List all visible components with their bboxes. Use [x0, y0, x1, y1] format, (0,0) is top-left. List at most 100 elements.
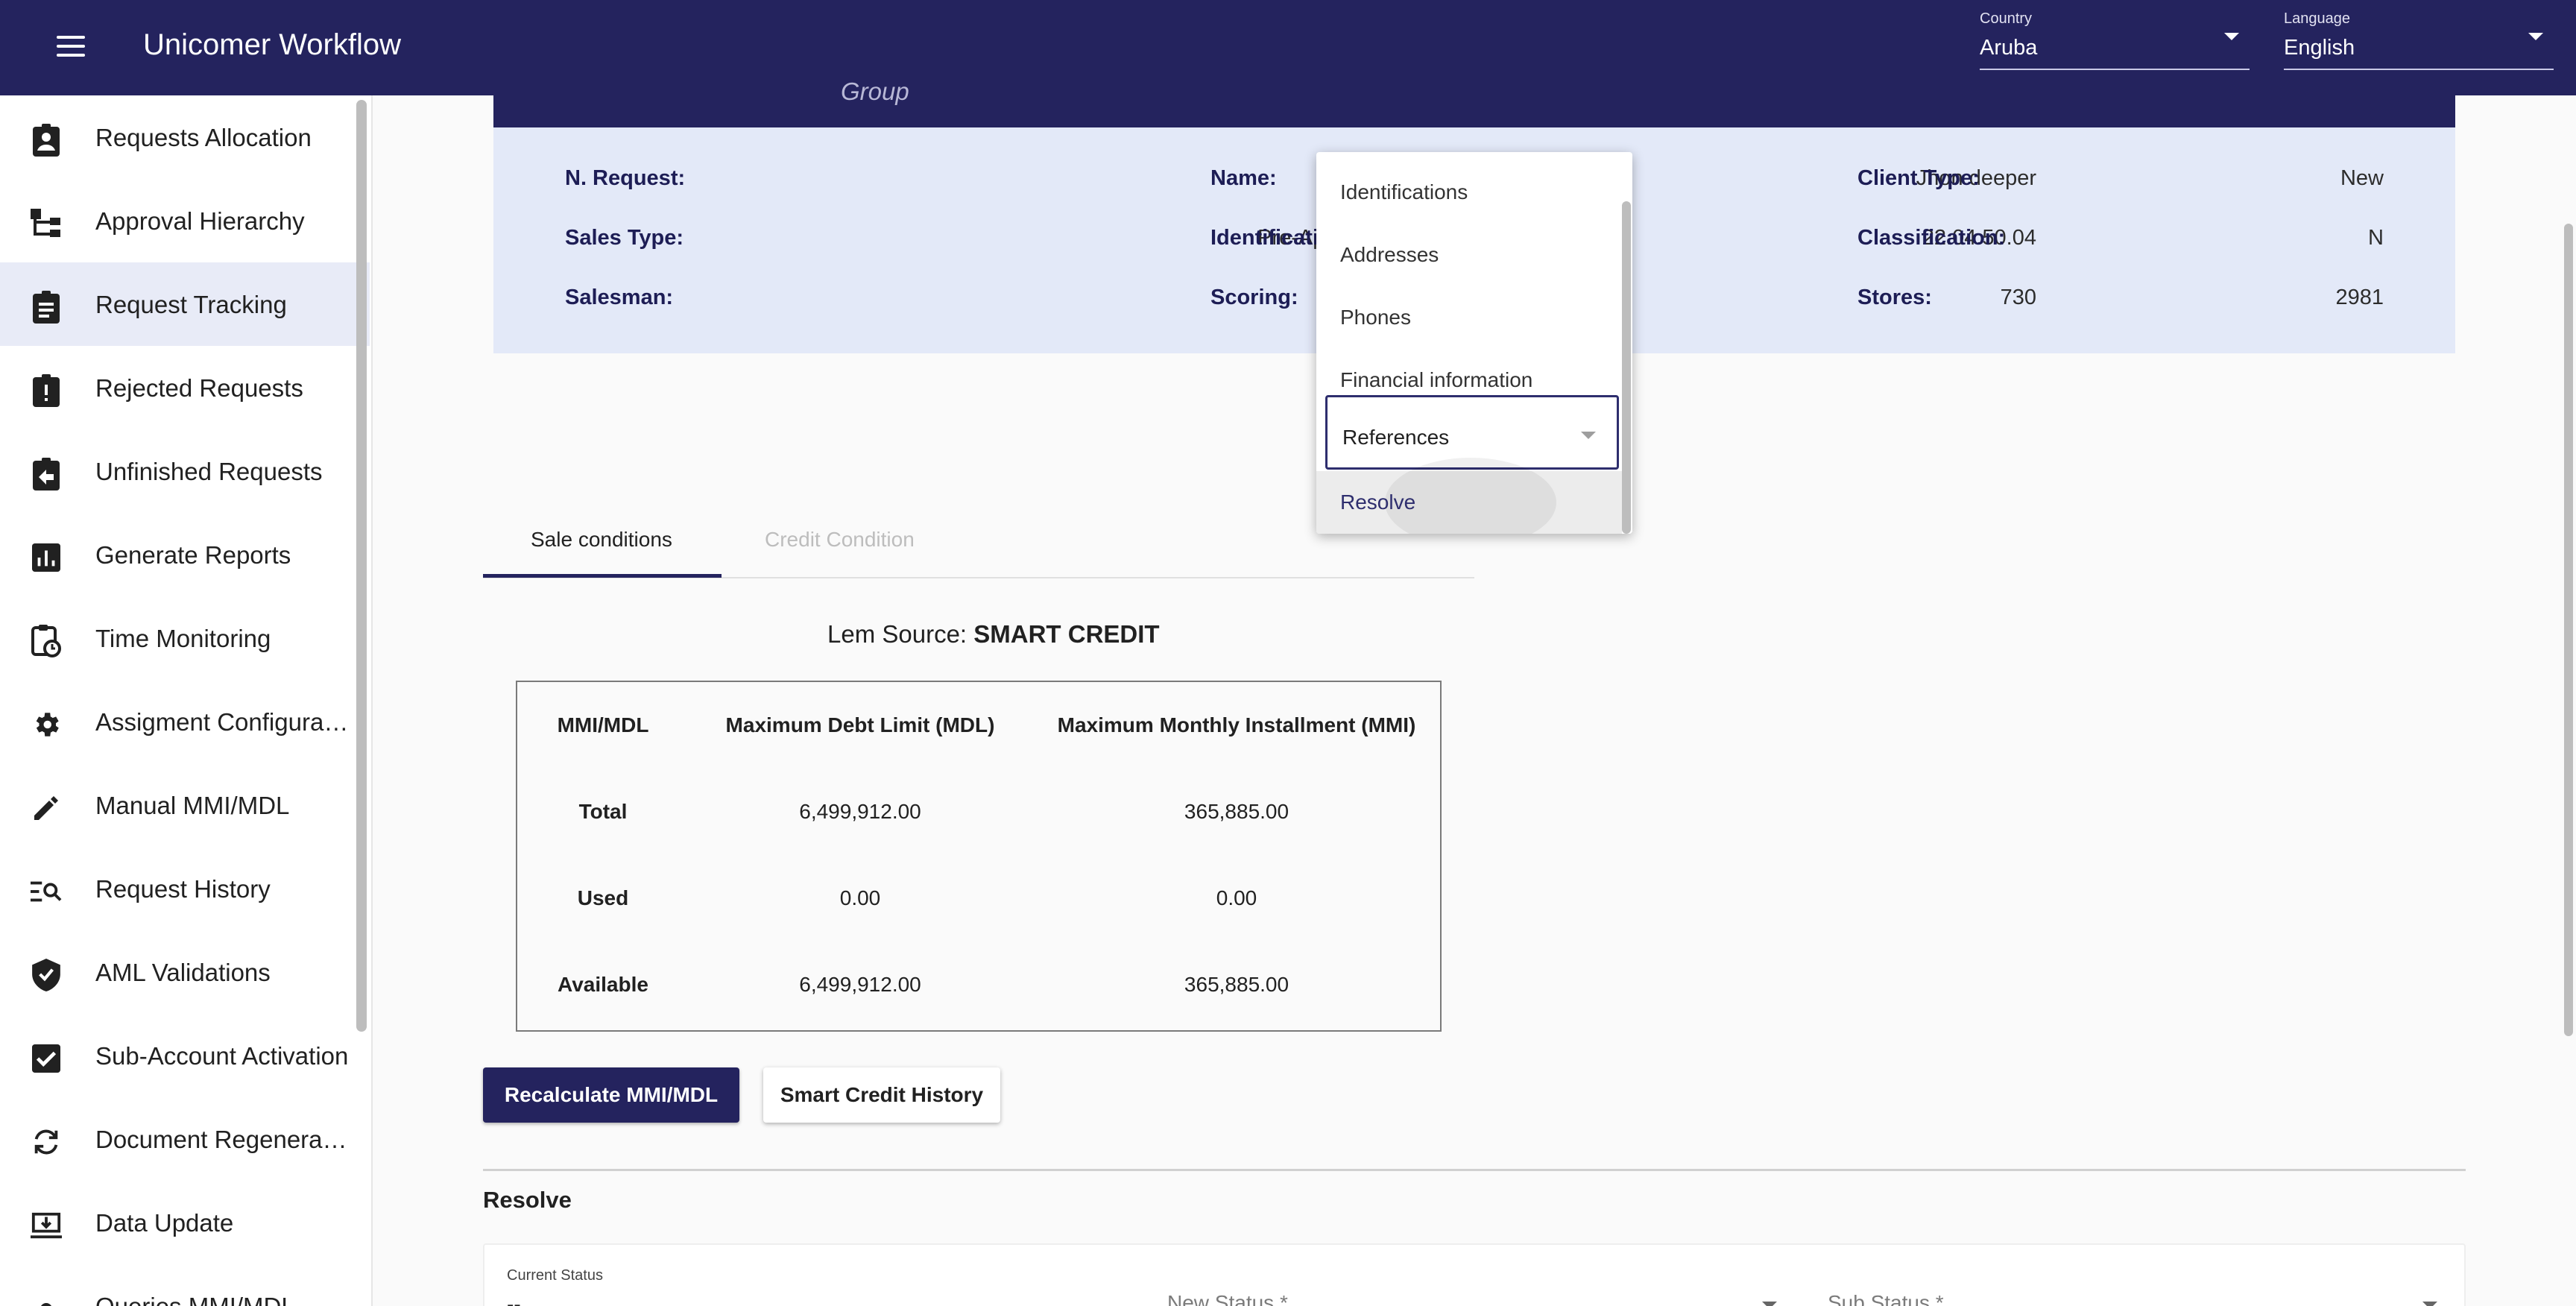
search-list-icon	[30, 875, 63, 908]
dropdown-item-addresses[interactable]: Addresses	[1316, 224, 1622, 286]
download-screen-icon	[30, 1209, 63, 1242]
sidebar-item-rejected-requests[interactable]: Rejected Requests	[0, 346, 370, 429]
sub-status-field[interactable]: Sub Status *	[1828, 1291, 1944, 1306]
chevron-down-icon	[1581, 432, 1596, 439]
smart-credit-history-button[interactable]: Smart Credit History	[763, 1067, 1000, 1123]
current-status-label: Current Status	[507, 1267, 603, 1284]
current-status-value: --	[507, 1293, 521, 1306]
classification-label: Classification:	[1857, 226, 2006, 250]
sidebar-item-label: Unfinished Requests	[95, 458, 323, 485]
table-cell: 0.00	[1216, 886, 1257, 909]
sidebar-item-request-tracking[interactable]: Request Tracking	[0, 262, 370, 346]
sidebar-item-label: Manual MMI/MDL	[95, 792, 290, 819]
sidebar-item-aml-validations[interactable]: AML Validations	[0, 930, 370, 1014]
divider	[483, 1169, 2466, 1171]
resolve-title: Resolve	[483, 1187, 572, 1213]
country-label: Country	[1980, 10, 2033, 27]
table-header: MMI/MDL	[557, 713, 649, 736]
sidebar-item-unfinished-requests[interactable]: Unfinished Requests	[0, 429, 370, 513]
table-row-label: Available	[558, 973, 648, 996]
chevron-down-icon	[2224, 33, 2239, 40]
country-value: Aruba	[1980, 36, 2038, 60]
table-cell: 6,499,912.00	[799, 973, 921, 996]
recalculate-button[interactable]: Recalculate MMI/MDL	[483, 1067, 739, 1123]
gear-icon	[30, 708, 63, 741]
tab-credit-condition[interactable]: Credit Condition	[765, 528, 915, 552]
clipboard-alert-icon	[30, 374, 63, 407]
sidebar-item-label: AML Validations	[95, 959, 271, 986]
table-row-label: Total	[578, 800, 628, 823]
sidebar-item-label: Rejected Requests	[95, 374, 303, 402]
sidebar-item-data-update[interactable]: Data Update	[0, 1181, 370, 1264]
dot-icon	[30, 1293, 63, 1306]
chart-icon	[30, 541, 63, 574]
person-badge-icon	[30, 124, 63, 157]
main-scrollbar[interactable]	[2564, 224, 2573, 1036]
stores-value: 2981	[2335, 286, 2384, 309]
shield-check-icon	[30, 959, 63, 991]
request-header-bar	[493, 95, 2455, 127]
resolve-form: Current Status -- New Status * Sub Statu…	[483, 1243, 2466, 1306]
country-select[interactable]: Country Aruba	[1980, 9, 2250, 70]
client-type-value: New	[2340, 166, 2384, 190]
active-tab-indicator	[483, 574, 722, 578]
sidebar-item-label: Request History	[95, 875, 271, 903]
chevron-down-icon	[2528, 33, 2543, 40]
refresh-icon	[30, 1126, 63, 1158]
name-label: Name:	[1210, 166, 1277, 190]
section-dropdown-menu: Identifications Addresses Phones Financi…	[1316, 152, 1632, 534]
sidebar-scrollbar[interactable]	[356, 100, 367, 1032]
dropdown-item-identifications[interactable]: Identifications	[1316, 161, 1622, 224]
clipboard-clock-icon	[30, 625, 63, 657]
sidebar-item-label: Document Regenerati...	[95, 1126, 349, 1153]
sidebar-item-queries-mmi-mdl[interactable]: Queries MMI/MDL	[0, 1264, 370, 1306]
sidebar-item-manual-mmi-mdl[interactable]: Manual MMI/MDL	[0, 763, 370, 847]
lem-source-value: SMART CREDIT	[973, 620, 1160, 648]
hamburger-menu-icon[interactable]	[54, 33, 89, 63]
app-title: Unicomer Workflow	[143, 28, 401, 61]
mmi-mdl-table: MMI/MDL Maximum Debt Limit (MDL) Maximum…	[516, 681, 1442, 1032]
salesman-label: Salesman:	[565, 286, 674, 309]
stores-label: Stores:	[1857, 286, 1932, 309]
table-header: Maximum Debt Limit (MDL)	[725, 713, 995, 736]
sidebar-item-request-history[interactable]: Request History	[0, 847, 370, 930]
table-row-label: Used	[577, 886, 629, 909]
table-cell: 365,885.00	[1184, 973, 1289, 996]
sidebar-item-time-monitoring[interactable]: Time Monitoring	[0, 596, 370, 680]
sidebar-item-label: Assigment Configurati...	[95, 708, 349, 736]
dropdown-item-phones[interactable]: Phones	[1316, 286, 1622, 349]
sidebar-item-approval-hierarchy[interactable]: Approval Hierarchy	[0, 179, 370, 262]
client-type-label: Client Type:	[1857, 166, 1980, 190]
clipboard-icon	[30, 291, 63, 324]
clipboard-back-icon	[30, 458, 63, 490]
sidebar-item-requests-allocation[interactable]: Requests Allocation	[0, 95, 370, 179]
dropdown-item-resolve[interactable]: Resolve	[1316, 471, 1622, 534]
language-select[interactable]: Language English	[2284, 9, 2554, 70]
language-value: English	[2284, 36, 2355, 60]
lem-source-label: Lem Source:	[827, 620, 974, 648]
new-status-field[interactable]: New Status *	[1167, 1291, 1288, 1306]
sidebar-item-document-regeneration[interactable]: Document Regenerati...	[0, 1097, 370, 1181]
table-cell: 0.00	[839, 886, 881, 909]
sales-type-label: Sales Type:	[565, 226, 684, 250]
checkbox-icon	[30, 1042, 63, 1075]
tab-sale-conditions[interactable]: Sale conditions	[531, 528, 672, 552]
table-cell: 6,499,912.00	[799, 800, 921, 823]
hierarchy-icon	[30, 207, 63, 240]
sidebar-item-label: Approval Hierarchy	[95, 207, 305, 235]
sidebar-item-label: Generate Reports	[95, 541, 291, 569]
dropdown-scrollbar[interactable]	[1622, 201, 1631, 534]
sidebar-item-sub-account-activation[interactable]: Sub-Account Activation	[0, 1014, 370, 1097]
sidebar-item-assigment-configuration[interactable]: Assigment Configurati...	[0, 680, 370, 763]
sidebar-item-label: Request Tracking	[95, 291, 287, 318]
table-cell: 365,885.00	[1184, 800, 1289, 823]
sidebar-item-label: Time Monitoring	[95, 625, 271, 652]
sidebar-item-label: Sub-Account Activation	[95, 1042, 349, 1070]
table-header: Maximum Monthly Installment (MMI)	[1057, 713, 1416, 736]
sidebar-item-label: Data Update	[95, 1209, 234, 1237]
chevron-down-icon	[2422, 1302, 2437, 1306]
scoring-label: Scoring:	[1210, 286, 1298, 309]
n-request-label: N. Request:	[565, 166, 686, 190]
classification-value: N	[2368, 226, 2384, 250]
sidebar-item-generate-reports[interactable]: Generate Reports	[0, 513, 370, 596]
